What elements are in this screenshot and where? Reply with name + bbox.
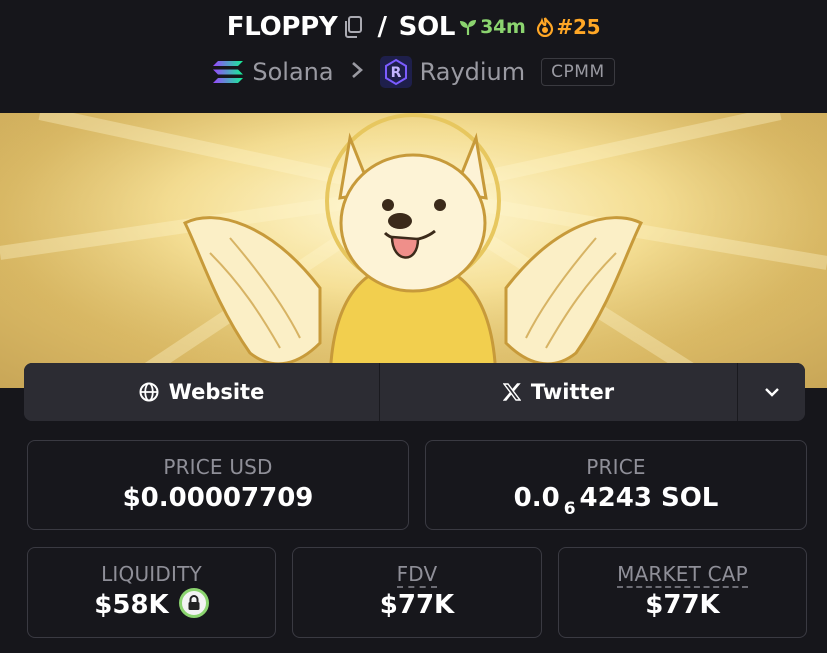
price-usd-card: PRICE USD $0.00007709 <box>27 440 409 530</box>
twitter-button[interactable]: Twitter <box>380 363 738 421</box>
liquidity-value: $58K <box>94 590 169 620</box>
trending-rank-value: #25 <box>556 15 601 39</box>
x-logo-icon <box>502 383 521 401</box>
lock-icon[interactable] <box>178 587 209 618</box>
market-cap-label-text: MARKET CAP <box>617 562 748 588</box>
price-native-label: PRICE <box>586 455 646 479</box>
price-native-card: PRICE 0.0 6 4243 SOL <box>425 440 807 530</box>
price-usd-value: $0.00007709 <box>122 483 314 513</box>
market-cap-card: MARKET CAP $77K <box>558 547 807 638</box>
fdv-card: FDV $77K <box>292 547 542 638</box>
price-prefix: 0.0 <box>513 483 560 513</box>
trending-rank[interactable]: #25 <box>536 15 601 39</box>
twitter-label: Twitter <box>530 380 615 404</box>
price-suffix: 4243 SOL <box>579 483 719 513</box>
pair-separator: / <box>377 12 387 42</box>
social-links-bar: Website Twitter <box>24 363 805 421</box>
more-links-button[interactable] <box>738 363 805 421</box>
pair-age-value: 34m <box>480 16 526 38</box>
raydium-logo-icon: R <box>379 56 412 88</box>
pair-title: FLOPPY / SOL 34m #25 <box>0 12 827 42</box>
token-banner-image <box>0 113 827 388</box>
fdv-label-text: FDV <box>396 562 438 588</box>
chevron-right-icon <box>350 60 364 84</box>
dex-link[interactable]: R Raydium <box>379 56 526 88</box>
pair-age: 34m <box>459 16 526 38</box>
price-native-value: 0.0 6 4243 SOL <box>426 483 806 519</box>
flame-icon <box>536 17 553 37</box>
market-cap-label[interactable]: MARKET CAP <box>559 562 806 588</box>
quote-token-symbol: SOL <box>398 12 456 42</box>
sprout-icon <box>460 20 477 35</box>
fdv-value: $77K <box>379 590 455 620</box>
pool-type-badge: CPMM <box>541 58 615 86</box>
website-button[interactable]: Website <box>24 363 380 421</box>
market-cap-value: $77K <box>645 590 720 620</box>
fdv-label[interactable]: FDV <box>293 562 541 588</box>
copy-icon[interactable] <box>343 16 365 38</box>
liquidity-card: LIQUIDITY $58K <box>27 547 276 638</box>
website-label: Website <box>168 380 265 404</box>
globe-icon <box>139 382 159 402</box>
breadcrumb: Solana R Raydium CPMM <box>0 56 827 88</box>
liquidity-label: LIQUIDITY <box>101 562 202 586</box>
pair-header: FLOPPY / SOL 34m #25 Solana R Raydium CP… <box>0 0 827 113</box>
dex-name: Raydium <box>419 58 526 86</box>
price-usd-label: PRICE USD <box>163 455 273 479</box>
svg-text:R: R <box>390 65 401 81</box>
chain-link[interactable]: Solana <box>212 58 334 86</box>
angel-dog-illustration <box>0 113 827 388</box>
chevron-down-icon <box>764 388 779 397</box>
base-token-symbol: FLOPPY <box>226 12 338 42</box>
solana-logo-icon <box>213 61 244 83</box>
price-zero-count: 6 <box>563 499 576 519</box>
chain-name: Solana <box>252 58 334 86</box>
liquidity-value-row: $58K <box>28 587 275 621</box>
